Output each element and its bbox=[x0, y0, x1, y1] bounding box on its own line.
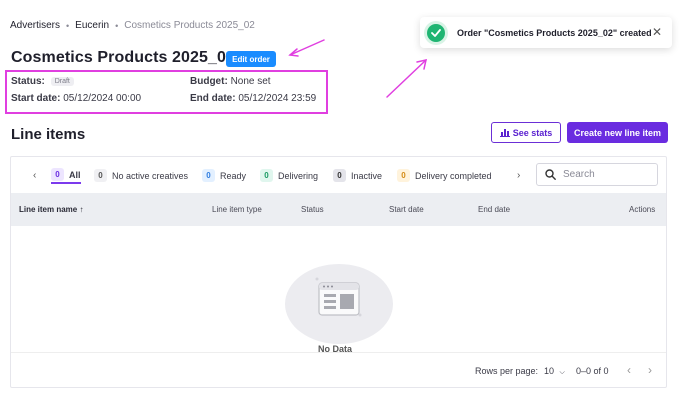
table-pagination: Rows per page: 10 ⌵ 0–0 of 0 ‹ › bbox=[11, 352, 666, 388]
filter-label: Inactive bbox=[351, 170, 383, 181]
end-date-label: End date: bbox=[190, 93, 236, 104]
status-filter-bar: ‹ 0 All 0 No active creatives 0 Ready 0 … bbox=[11, 157, 666, 193]
rows-per-page-select[interactable]: 10 ⌵ bbox=[544, 366, 565, 377]
column-header-name[interactable]: Line item name ↑ bbox=[19, 205, 83, 214]
filter-label: No active creatives bbox=[112, 170, 189, 181]
filter-count: 0 bbox=[333, 169, 346, 182]
column-header-start-date: Start date bbox=[389, 205, 424, 214]
column-header-end-date: End date bbox=[478, 205, 511, 214]
rows-per-page-value: 10 bbox=[544, 366, 555, 376]
filter-label: Delivery completed bbox=[415, 170, 492, 181]
search-icon bbox=[545, 169, 556, 180]
status-badge: Draft bbox=[50, 77, 74, 86]
breadcrumb-separator: • bbox=[66, 20, 70, 31]
filter-tab-delivery-completed[interactable]: 0 Delivery completed bbox=[397, 167, 492, 184]
table-header: Line item name ↑ Line item type Status S… bbox=[11, 193, 666, 226]
breadcrumb-current: Cosmetics Products 2025_02 bbox=[124, 20, 255, 31]
filter-tab-inactive[interactable]: 0 Inactive bbox=[333, 167, 382, 184]
create-line-item-button[interactable]: Create new line item bbox=[567, 122, 668, 143]
start-date-label: Start date: bbox=[11, 93, 61, 104]
rows-per-page-label: Rows per page: bbox=[475, 366, 539, 376]
end-date-value: 05/12/2024 23:59 bbox=[238, 93, 317, 104]
toast-message: Order "Cosmetics Products 2025_02" creat… bbox=[457, 27, 652, 38]
line-items-title: Line items bbox=[11, 126, 86, 143]
empty-document-icon bbox=[315, 277, 362, 317]
filter-tab-all[interactable]: 0 All bbox=[51, 167, 81, 184]
budget-field: Budget: None set bbox=[190, 76, 271, 87]
breadcrumb: Advertisers • Eucerin • Cosmetics Produc… bbox=[10, 20, 255, 31]
budget-label: Budget: bbox=[190, 76, 228, 87]
end-date-field: End date: 05/12/2024 23:59 bbox=[190, 93, 316, 104]
success-toast: Order "Cosmetics Products 2025_02" creat… bbox=[420, 17, 672, 48]
filter-count: 0 bbox=[260, 169, 273, 182]
filter-tab-no-active-creatives[interactable]: 0 No active creatives bbox=[94, 167, 188, 184]
status-field: Status: Draft bbox=[11, 76, 74, 87]
filter-tab-ready[interactable]: 0 Ready bbox=[202, 167, 246, 184]
status-label: Status: bbox=[11, 76, 45, 87]
filter-label: Ready bbox=[220, 170, 247, 181]
arrow-up-icon: ↑ bbox=[79, 205, 84, 214]
see-stats-button[interactable]: See stats bbox=[491, 122, 561, 143]
filter-label: Delivering bbox=[278, 170, 319, 181]
column-header-type: Line item type bbox=[212, 205, 262, 214]
start-date-field: Start date: 05/12/2024 00:00 bbox=[11, 93, 141, 104]
close-icon[interactable]: ✕ bbox=[652, 25, 662, 39]
column-header-name-label: Line item name bbox=[19, 205, 78, 214]
start-date-value: 05/12/2024 00:00 bbox=[63, 93, 142, 104]
bar-chart-icon bbox=[499, 129, 510, 137]
search-input[interactable] bbox=[563, 169, 643, 180]
search-field[interactable] bbox=[536, 163, 658, 186]
budget-value: None set bbox=[230, 76, 271, 87]
no-data-text: No Data bbox=[318, 344, 353, 352]
filter-tab-delivering[interactable]: 0 Delivering bbox=[260, 167, 318, 184]
prev-page-icon[interactable]: ‹ bbox=[627, 363, 631, 377]
filter-label: All bbox=[69, 169, 81, 180]
pagination-range: 0–0 of 0 bbox=[576, 366, 609, 376]
filter-count: 0 bbox=[397, 169, 410, 182]
breadcrumb-advertiser[interactable]: Eucerin bbox=[75, 20, 109, 31]
chevron-right-icon[interactable]: › bbox=[517, 170, 520, 181]
annotation-arrow-toast bbox=[386, 59, 427, 98]
annotation-arrow-edit bbox=[288, 39, 325, 57]
filter-count: 0 bbox=[94, 169, 107, 182]
column-header-actions: Actions bbox=[629, 205, 656, 214]
breadcrumb-advertisers[interactable]: Advertisers bbox=[10, 20, 60, 31]
column-header-status: Status bbox=[301, 205, 324, 214]
filter-count: 0 bbox=[202, 169, 215, 182]
next-page-icon[interactable]: › bbox=[648, 363, 652, 377]
chevron-left-icon[interactable]: ‹ bbox=[33, 170, 36, 181]
filter-count: 0 bbox=[51, 168, 64, 181]
edit-order-button[interactable]: Edit order bbox=[226, 51, 276, 67]
check-circle-icon bbox=[427, 23, 445, 42]
line-items-table-card: ‹ 0 All 0 No active creatives 0 Ready 0 … bbox=[10, 156, 667, 388]
breadcrumb-separator: • bbox=[115, 20, 119, 31]
see-stats-label: See stats bbox=[512, 127, 553, 138]
chevron-down-icon: ⌵ bbox=[559, 369, 565, 376]
empty-state: No Data bbox=[11, 226, 666, 352]
page-title: Cosmetics Products 2025_02 bbox=[11, 49, 236, 66]
